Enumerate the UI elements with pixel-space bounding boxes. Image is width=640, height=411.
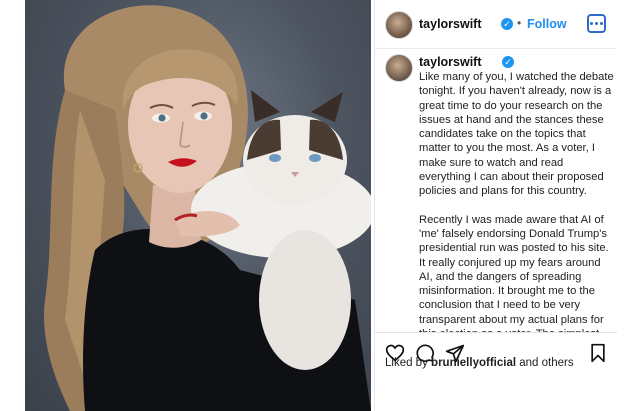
separator-dot: • (517, 16, 522, 30)
more-options-icon[interactable] (587, 14, 606, 33)
caption-area: taylorswift ✓ Like many of you, I watche… (375, 49, 617, 332)
post-header: taylorswift ✓ • Follow (375, 0, 617, 49)
post-sidebar: taylorswift ✓ • Follow taylorswift ✓ Lik… (374, 0, 617, 411)
verified-badge-icon: ✓ (501, 18, 513, 30)
likes-prefix: Liked by (385, 357, 428, 369)
caption-verified-badge-icon: ✓ (502, 56, 514, 68)
action-bar (375, 332, 617, 377)
caption-paragraph: Like many of you, I watched the debate t… (419, 71, 614, 198)
liked-by-user-link[interactable]: bruniellyofficial (431, 357, 516, 369)
instagram-post: taylorswift ✓ • Follow taylorswift ✓ Lik… (25, 0, 617, 411)
post-caption: Like many of you, I watched the debate t… (419, 70, 615, 332)
caption-paragraph: Recently I was made aware that AI of 'me… (419, 213, 609, 332)
caption-avatar[interactable] (385, 54, 413, 82)
bookmark-icon[interactable] (589, 343, 607, 363)
likes-suffix[interactable]: and others (519, 357, 573, 369)
likes-line: Liked by bruniellyofficial and others (385, 357, 574, 369)
avatar[interactable] (385, 11, 413, 39)
portrait-with-cat-image (44, 5, 371, 411)
follow-button[interactable]: Follow (527, 17, 567, 31)
header-username[interactable]: taylorswift (419, 17, 482, 31)
caption-username[interactable]: taylorswift (419, 55, 482, 69)
post-photo[interactable] (25, 0, 371, 411)
